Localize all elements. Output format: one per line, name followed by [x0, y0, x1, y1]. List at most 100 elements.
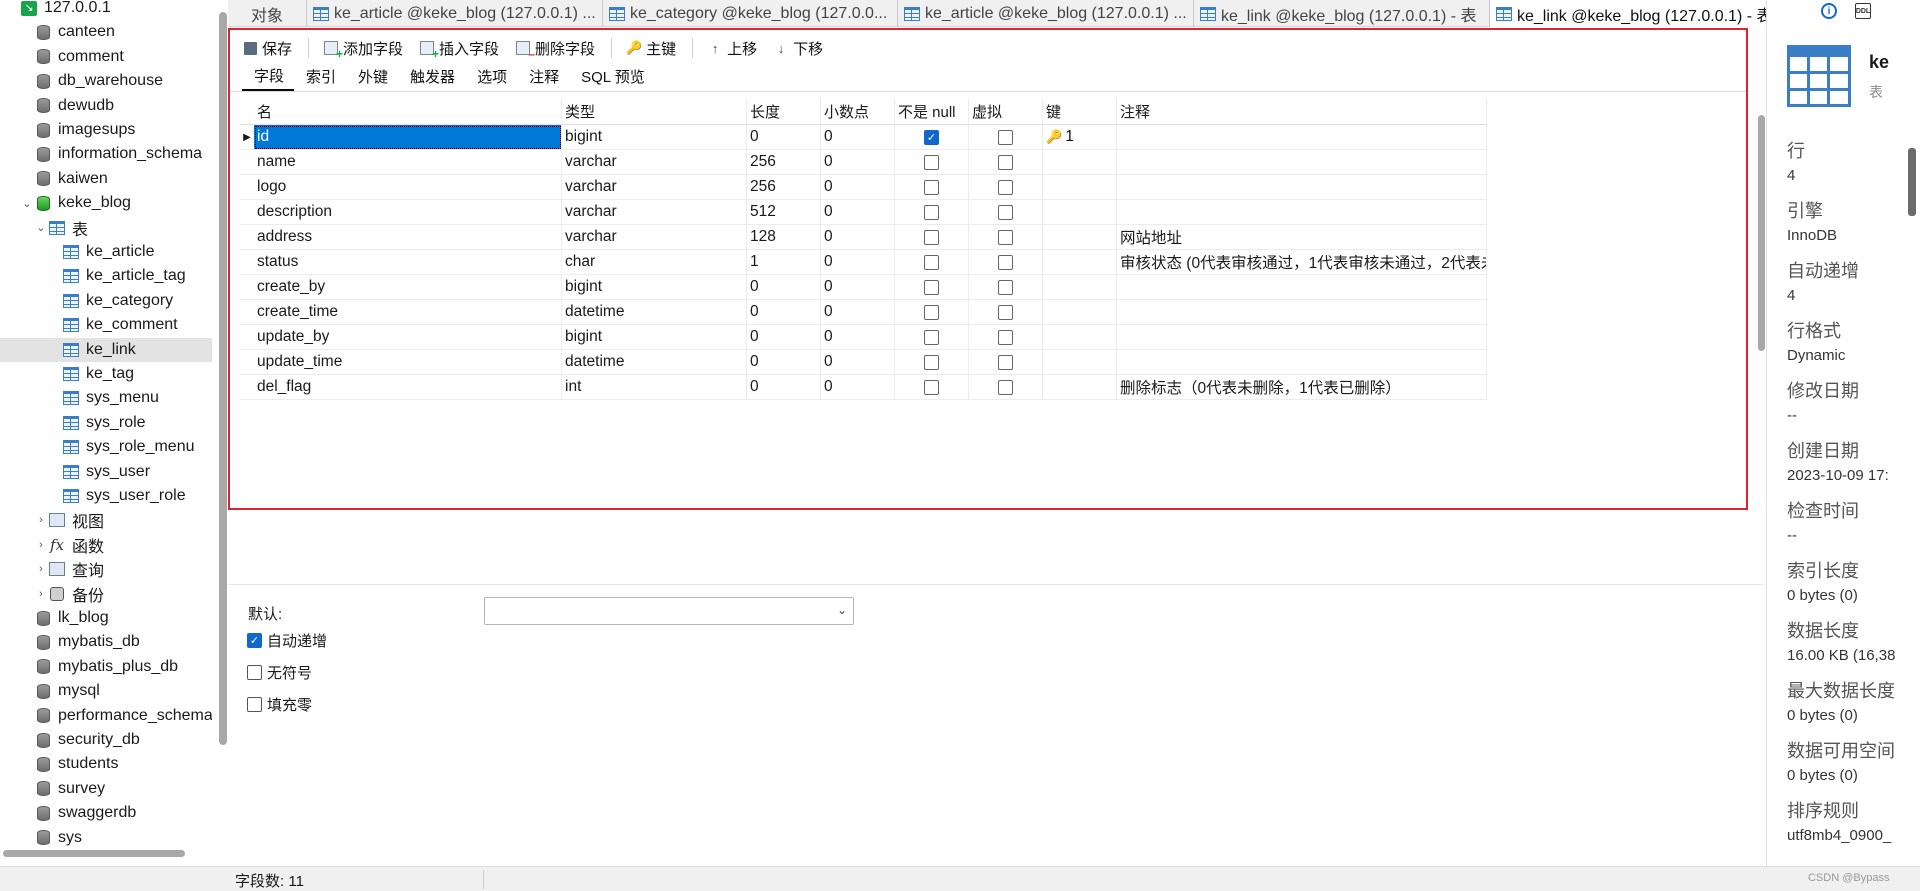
- tree-item[interactable]: ke_comment: [0, 313, 212, 337]
- chevron-right-icon[interactable]: ›: [34, 514, 48, 526]
- info-icon[interactable]: i: [1821, 3, 1837, 19]
- field-decimals-cell[interactable]: 0: [821, 175, 895, 200]
- field-not-null-cell[interactable]: [895, 325, 969, 350]
- field-key-cell[interactable]: 🔑 1: [1043, 125, 1117, 150]
- delete-field-button[interactable]: 删除字段: [515, 38, 595, 61]
- tree-item[interactable]: dewudb: [0, 94, 212, 118]
- field-comment-cell[interactable]: [1117, 125, 1487, 150]
- field-name-cell[interactable]: logo: [254, 175, 562, 200]
- field-name-cell[interactable]: create_by: [254, 275, 562, 300]
- tree-item[interactable]: sys_role_menu: [0, 435, 212, 459]
- checkbox-empty-icon[interactable]: [924, 279, 939, 295]
- grid-vertical-scrollbar[interactable]: [1758, 115, 1765, 351]
- chevron-down-icon[interactable]: ⌄: [20, 197, 34, 210]
- tree-item[interactable]: › 视图: [0, 508, 212, 532]
- tree-item[interactable]: › fx 函数: [0, 533, 212, 557]
- field-not-null-cell[interactable]: [895, 375, 969, 400]
- checkbox-empty-icon[interactable]: [924, 229, 939, 245]
- save-button[interactable]: 保存: [242, 38, 292, 59]
- field-decimals-cell[interactable]: 0: [821, 275, 895, 300]
- field-not-null-cell[interactable]: [895, 200, 969, 225]
- checkbox-empty-icon[interactable]: [924, 329, 939, 345]
- tree-item[interactable]: sys_user: [0, 460, 212, 484]
- field-key-cell[interactable]: [1043, 300, 1117, 325]
- tree-item[interactable]: ke_tag: [0, 362, 212, 386]
- field-virtual-cell[interactable]: [969, 200, 1043, 225]
- field-comment-cell[interactable]: [1117, 175, 1487, 200]
- tree-item[interactable]: ke_article_tag: [0, 264, 212, 288]
- checkbox-empty-icon[interactable]: [924, 379, 939, 395]
- tab[interactable]: 对象: [228, 0, 307, 27]
- tree-horizontal-scrollbar[interactable]: [3, 850, 185, 857]
- table-row[interactable]: update_time datetime 0 0: [240, 350, 1487, 375]
- field-key-cell[interactable]: [1043, 325, 1117, 350]
- tree-item[interactable]: ke_link: [0, 337, 212, 362]
- field-comment-cell[interactable]: [1117, 325, 1487, 350]
- field-not-null-cell[interactable]: [895, 250, 969, 275]
- field-length-cell[interactable]: 256: [747, 175, 821, 200]
- checkbox-empty-icon[interactable]: [924, 154, 939, 170]
- tree-item[interactable]: sys: [0, 826, 212, 850]
- tree-item[interactable]: kaiwen: [0, 167, 212, 191]
- field-virtual-cell[interactable]: [969, 275, 1043, 300]
- insert-field-button[interactable]: 插入字段: [419, 38, 499, 61]
- subtab[interactable]: 外键: [346, 66, 398, 91]
- checkbox-empty-icon[interactable]: [998, 279, 1013, 295]
- field-length-cell[interactable]: 1: [747, 250, 821, 275]
- tab[interactable]: ke_link @keke_blog (127.0.0.1) - 表: [1194, 0, 1490, 27]
- field-name-cell[interactable]: address: [254, 225, 562, 250]
- field-decimals-cell[interactable]: 0: [821, 150, 895, 175]
- field-type-cell[interactable]: varchar: [562, 225, 747, 250]
- field-not-null-cell[interactable]: [895, 300, 969, 325]
- default-value-select[interactable]: ⌄: [484, 597, 854, 625]
- ddl-icon[interactable]: DDL: [1855, 3, 1871, 19]
- tree-item[interactable]: mybatis_db: [0, 630, 212, 654]
- tab[interactable]: ke_link @keke_blog (127.0.0.1) - 表: [1490, 0, 1782, 27]
- tree-item[interactable]: ke_category: [0, 289, 212, 313]
- field-name-cell[interactable]: status: [254, 250, 562, 275]
- subtab[interactable]: 字段: [242, 65, 295, 91]
- field-decimals-cell[interactable]: 0: [821, 375, 895, 400]
- tree-item[interactable]: sys_role: [0, 411, 212, 435]
- tree-item[interactable]: canteen: [0, 20, 212, 44]
- table-row[interactable]: create_by bigint 0 0: [240, 275, 1487, 300]
- field-not-null-cell[interactable]: [895, 175, 969, 200]
- checkbox-empty-icon[interactable]: [998, 254, 1013, 270]
- chevron-right-icon[interactable]: ›: [34, 563, 48, 575]
- field-comment-cell[interactable]: [1117, 350, 1487, 375]
- field-comment-cell[interactable]: 网站地址: [1117, 225, 1487, 250]
- tree-item[interactable]: sys_user_role: [0, 484, 212, 508]
- checkbox-empty-icon[interactable]: [998, 154, 1013, 170]
- table-row[interactable]: status char 1 0 审核状态 (0代表审核通过，1代表审核未通过，2代表未: [240, 250, 1487, 275]
- field-not-null-cell[interactable]: [895, 350, 969, 375]
- field-comment-cell[interactable]: 审核状态 (0代表审核通过，1代表审核未通过，2代表未: [1117, 250, 1487, 275]
- tree-item[interactable]: db_warehouse: [0, 69, 212, 93]
- move-up-button[interactable]: ↑ 上移: [707, 38, 757, 59]
- field-length-cell[interactable]: 128: [747, 225, 821, 250]
- tree-item[interactable]: lk_blog: [0, 606, 212, 630]
- field-length-cell[interactable]: 0: [747, 350, 821, 375]
- field-name-cell[interactable]: id: [254, 125, 562, 150]
- field-length-cell[interactable]: 0: [747, 275, 821, 300]
- field-not-null-cell[interactable]: [895, 275, 969, 300]
- field-type-cell[interactable]: bigint: [562, 275, 747, 300]
- unsigned-checkbox[interactable]: 无符号: [247, 662, 312, 683]
- field-virtual-cell[interactable]: [969, 350, 1043, 375]
- chevron-right-icon[interactable]: ›: [34, 588, 48, 600]
- column-header-type[interactable]: 类型: [562, 98, 747, 125]
- field-key-cell[interactable]: [1043, 150, 1117, 175]
- subtab[interactable]: 注释: [517, 66, 569, 91]
- tree-item[interactable]: mysql: [0, 679, 212, 703]
- checkbox-empty-icon[interactable]: [924, 179, 939, 195]
- field-decimals-cell[interactable]: 0: [821, 250, 895, 275]
- field-length-cell[interactable]: 0: [747, 375, 821, 400]
- field-virtual-cell[interactable]: [969, 375, 1043, 400]
- checkbox-empty-icon[interactable]: [998, 129, 1013, 145]
- checkbox-empty-icon[interactable]: [924, 204, 939, 220]
- tab[interactable]: ke_article @keke_blog (127.0.0.1) ...: [307, 0, 603, 27]
- field-comment-cell[interactable]: [1117, 300, 1487, 325]
- field-decimals-cell[interactable]: 0: [821, 200, 895, 225]
- field-virtual-cell[interactable]: [969, 225, 1043, 250]
- object-tree[interactable]: ↘ 127.0.0.1 canteen comment db_warehouse dewu…: [0, 0, 213, 862]
- tree-item[interactable]: › 查询: [0, 557, 212, 581]
